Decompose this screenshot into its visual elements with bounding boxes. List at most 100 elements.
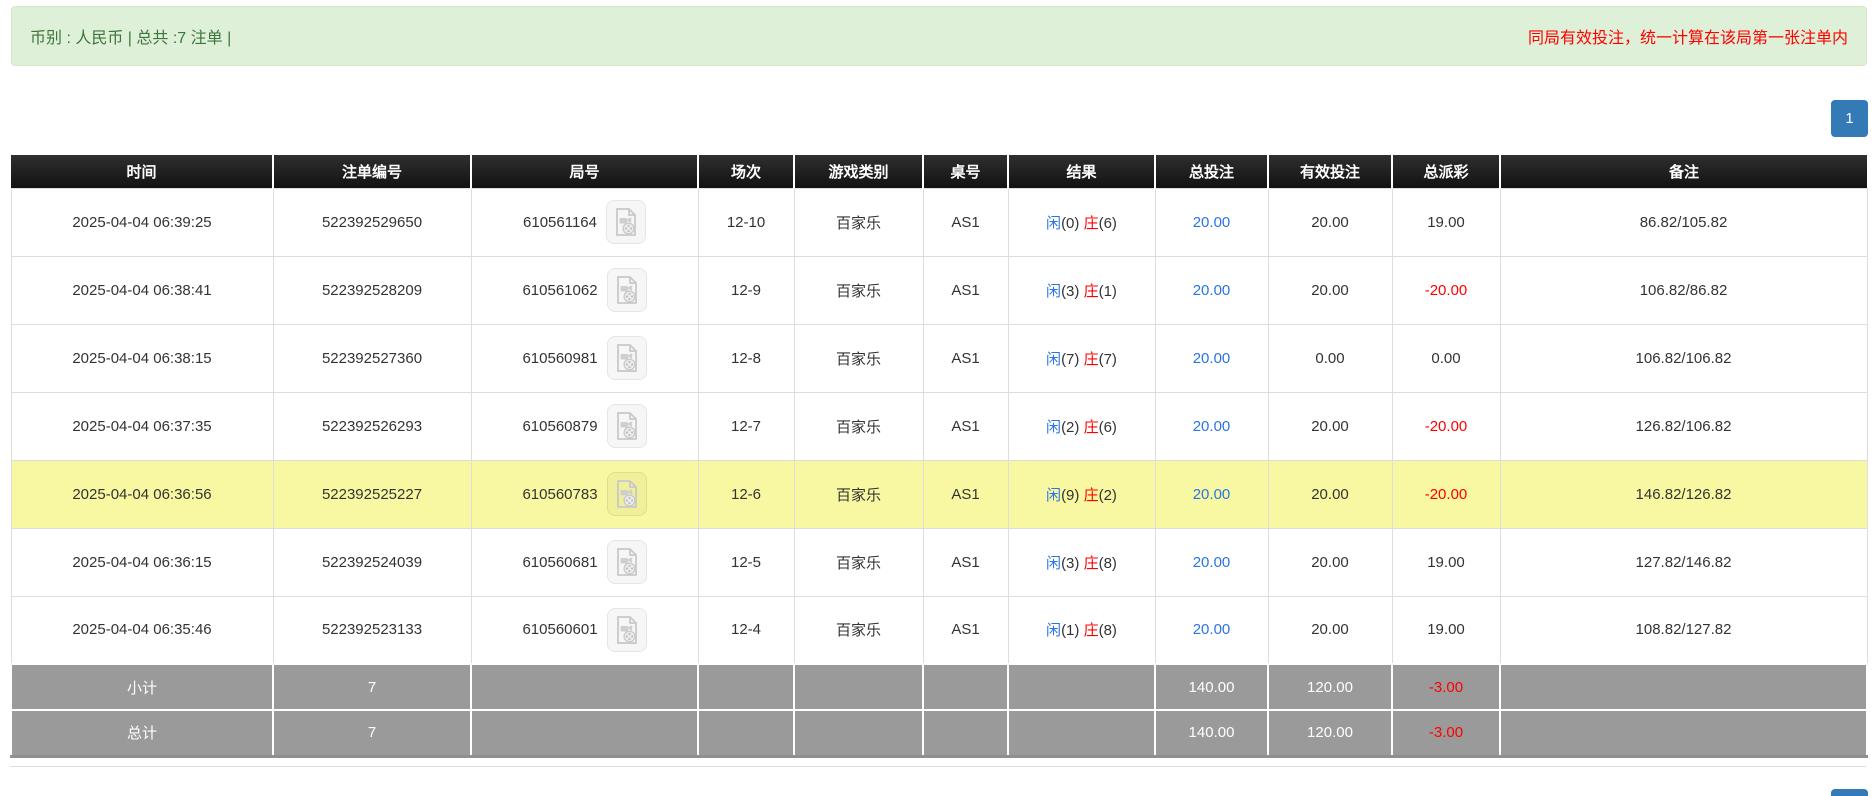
cell-time-text: 2025-04-04 06:38:41 [72, 281, 212, 299]
cell-round_no: 610560681 [470, 527, 699, 597]
total-bet-link[interactable]: 20.00 [1193, 554, 1231, 571]
result-player-score: (3) [1061, 282, 1080, 300]
total-bet-link[interactable]: 20.00 [1193, 214, 1231, 231]
cell-session-text: 12-7 [730, 417, 762, 435]
cell-session-text: 12-4 [730, 621, 762, 639]
result-banker-score: (2) [1098, 486, 1117, 504]
page-button-1-bottom[interactable]: 1 [1831, 789, 1868, 796]
cell-game_type: 百家乐 [793, 323, 924, 393]
cell-payout-text: -20.00 [1424, 417, 1468, 435]
video-replay-button[interactable] [606, 607, 647, 652]
cell-valid_bet: 20.00 [1267, 595, 1393, 665]
result-player-score: (7) [1061, 350, 1080, 368]
footer-cell-round_no [470, 709, 699, 758]
table-bottom-divider [10, 766, 1866, 767]
cell-round_no: 610561164 [470, 187, 699, 257]
total-bet-link[interactable]: 20.00 [1193, 418, 1231, 435]
cell-round_no: 610560601 [470, 595, 699, 665]
cell-payout-text: 19.00 [1427, 553, 1465, 571]
round-number-text: 610560601 [522, 621, 598, 639]
table-row: 2025-04-04 06:38:41 522392528209 610561062… [10, 255, 1868, 325]
cell-total_bet: 20.00 [1154, 323, 1269, 393]
cell-payout-text: 19.00 [1427, 213, 1465, 231]
cell-payout: 19.00 [1391, 187, 1501, 257]
cell-bet_no-text: 522392527360 [321, 349, 423, 367]
result-player-label: 闲 [1046, 282, 1062, 300]
result-player-score: (9) [1061, 486, 1080, 504]
cell-session: 12-4 [697, 595, 795, 665]
result-banker-label: 庄 [1083, 554, 1099, 572]
cell-remark: 146.82/126.82 [1499, 459, 1868, 529]
table-row: 2025-04-04 06:36:15 522392524039 610560681… [10, 527, 1868, 597]
cell-game_type-text: 百家乐 [835, 554, 881, 572]
round-number-text: 610560879 [522, 417, 598, 435]
video-replay-button[interactable] [605, 200, 646, 244]
cell-bet_no: 522392529650 [272, 187, 472, 257]
cell-payout-text: 19.00 [1427, 621, 1465, 639]
cell-valid_bet: 20.00 [1267, 459, 1393, 529]
column-header-table_no: 桌号 [923, 155, 1009, 188]
result-banker-score: (8) [1098, 554, 1117, 572]
cell-remark: 106.82/106.82 [1499, 323, 1868, 393]
cell-total_bet: 20.00 [1154, 391, 1269, 461]
footer-cell-result [1007, 663, 1156, 711]
cell-bet_no: 522392524039 [272, 527, 472, 597]
cell-bet_no: 522392523133 [272, 595, 472, 665]
footer-cell-game_type [793, 709, 924, 758]
cell-time-text: 2025-04-04 06:38:15 [72, 349, 212, 367]
cell-result: 闲(7) 庄(7) [1007, 323, 1156, 393]
page-button-1-top[interactable]: 1 [1831, 100, 1868, 137]
cell-payout-text: -20.00 [1424, 485, 1468, 503]
column-header-total_bet: 总投注 [1155, 155, 1269, 188]
cell-game_type-text: 百家乐 [835, 350, 881, 368]
total-bet-link[interactable]: 20.00 [1193, 486, 1231, 503]
cell-time-text: 2025-04-04 06:36:56 [72, 485, 212, 503]
footer-cell-remark [1499, 663, 1868, 711]
footer-cell-label: 小计 [10, 663, 274, 711]
cell-game_type-text: 百家乐 [835, 282, 881, 300]
cell-table_no-text: AS1 [951, 485, 980, 503]
cell-remark-text: 108.82/127.82 [1635, 621, 1732, 639]
result-player-label: 闲 [1046, 350, 1062, 368]
cell-session: 12-8 [697, 323, 795, 393]
footer-cell-remark [1499, 709, 1868, 758]
footer-cell-session [697, 709, 795, 758]
video-replay-button[interactable] [606, 336, 647, 380]
cell-table_no-text: AS1 [951, 213, 980, 231]
cell-session-text: 12-9 [730, 281, 762, 299]
column-header-valid_bet: 有效投注 [1268, 155, 1393, 188]
video-replay-button[interactable] [606, 472, 647, 516]
cell-bet_no-text: 522392528209 [321, 281, 423, 299]
cell-remark-text: 146.82/126.82 [1635, 485, 1732, 503]
cell-bet_no: 522392525227 [272, 459, 472, 529]
bets-table: 时间 注单编号 局号 场次 游戏类别 桌号 结果 总投注 有效投注 总派彩 备注 2025-04-0… [10, 155, 1868, 758]
cell-time: 2025-04-04 06:36:15 [10, 527, 274, 597]
video-replay-button[interactable] [606, 268, 647, 312]
total-bet-link[interactable]: 20.00 [1193, 282, 1231, 299]
cell-round_no: 610560981 [470, 323, 699, 393]
footer-cell-round_no [470, 663, 699, 711]
cell-valid_bet-text: 20.00 [1311, 213, 1349, 231]
cell-payout: -20.00 [1391, 255, 1501, 325]
video-replay-button[interactable] [606, 404, 647, 448]
cell-game_type: 百家乐 [793, 391, 924, 461]
cell-payout-text: -20.00 [1424, 281, 1468, 299]
cell-game_type: 百家乐 [793, 187, 924, 257]
result-player-score: (2) [1061, 418, 1080, 436]
total-bet-link[interactable]: 20.00 [1193, 621, 1231, 638]
video-replay-icon [616, 208, 636, 236]
video-replay-icon [616, 412, 637, 440]
cell-table_no: AS1 [922, 255, 1009, 325]
cell-payout: -20.00 [1391, 391, 1501, 461]
cell-remark: 86.82/105.82 [1499, 187, 1868, 257]
result-banker-label: 庄 [1083, 622, 1099, 640]
cell-table_no-text: AS1 [951, 349, 980, 367]
result-banker-score: (7) [1098, 350, 1117, 368]
cell-total_bet: 20.00 [1154, 187, 1269, 257]
total-bet-link[interactable]: 20.00 [1193, 350, 1231, 367]
cell-session: 12-5 [697, 527, 795, 597]
cell-table_no: AS1 [922, 527, 1009, 597]
video-replay-button[interactable] [606, 540, 647, 584]
round-number-text: 610561062 [522, 281, 598, 299]
result-player-label: 闲 [1046, 622, 1062, 640]
